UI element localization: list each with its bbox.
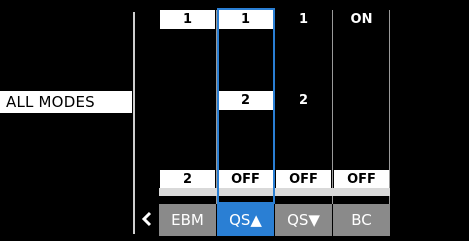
column-qs-down-top-value: 1 <box>276 10 331 29</box>
softkey-qs-down[interactable]: QS▼ <box>275 204 332 236</box>
column-qs-up[interactable]: 1 2 OFF <box>217 10 274 204</box>
column-ebm[interactable]: 1 2 <box>159 10 216 204</box>
vertical-divider <box>133 12 135 234</box>
column-qs-down[interactable]: 1 2 OFF <box>275 10 332 204</box>
column-bc[interactable]: ON OFF <box>333 10 390 204</box>
softkey-ebm[interactable]: EBM <box>159 204 216 236</box>
value-grid: 1 2 1 2 OFF 1 2 OFF ON OFF <box>159 10 390 206</box>
softkey-bar: EBM QS▲ QS▼ BC <box>159 204 390 236</box>
bottom-strip <box>159 188 390 196</box>
column-qs-up-middle-value: 2 <box>218 91 273 110</box>
softkey-bc[interactable]: BC <box>333 204 390 236</box>
column-ebm-top-value: 1 <box>160 10 215 29</box>
softkey-qs-up[interactable]: QS▲ <box>217 204 274 236</box>
chevron-left-icon[interactable] <box>140 206 154 232</box>
column-qs-up-bottom-value: OFF <box>218 170 273 189</box>
column-qs-down-middle-value: 2 <box>276 91 331 110</box>
column-separator <box>389 10 390 204</box>
mode-label: ALL MODES <box>0 91 132 113</box>
column-bc-top-value: ON <box>334 10 389 29</box>
column-qs-up-top-value: 1 <box>218 10 273 29</box>
column-ebm-bottom-value: 2 <box>160 170 215 189</box>
column-bc-bottom-value: OFF <box>334 170 389 189</box>
column-qs-down-bottom-value: OFF <box>276 170 331 189</box>
